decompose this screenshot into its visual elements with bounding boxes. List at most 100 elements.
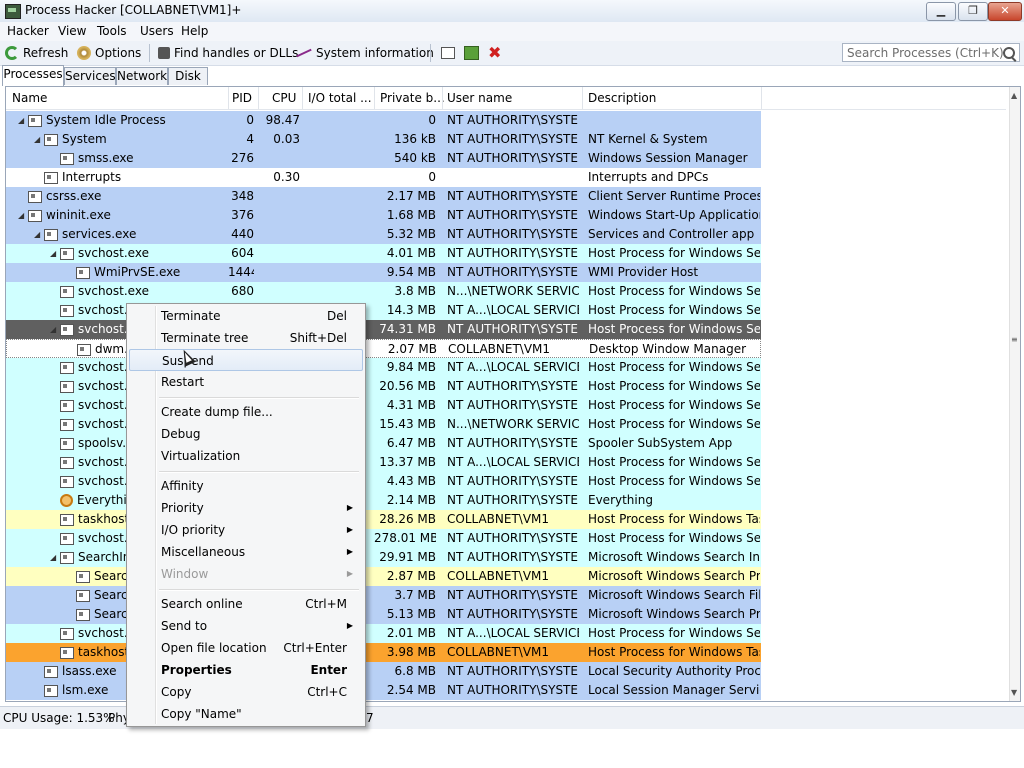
expand-arrow-icon[interactable]: ◢	[34, 225, 44, 244]
menu-users[interactable]: Users	[140, 24, 174, 38]
table-row[interactable]: WmiPrvSE.exe 1444 9.54 MB NT AUTHORITY\SYST…	[6, 263, 761, 282]
menu-restart[interactable]: Restart	[129, 371, 363, 393]
column-user-name[interactable]: User name	[447, 91, 512, 105]
menu-copy-name[interactable]: Copy "Name"	[129, 703, 363, 725]
process-name-cell: ◢ System Idle Process	[18, 111, 228, 130]
options-button[interactable]: Options	[77, 44, 141, 62]
table-row[interactable]: taskhost. 3.98 MB COLLABNET\VM1 Host Proces…	[6, 643, 761, 662]
menu-terminate-tree[interactable]: Terminate tree Shift+Del	[129, 327, 363, 349]
expand-arrow-icon[interactable]: ◢	[50, 320, 60, 339]
table-row[interactable]: smss.exe 276 540 kB NT AUTHORITY\SYSTEM Wind…	[6, 149, 761, 168]
menu-tools[interactable]: Tools	[97, 24, 127, 38]
column-divider	[442, 87, 443, 109]
table-row[interactable]: svchost.e 4.43 MB NT AUTHORITY\SYSTEM Host …	[6, 472, 761, 491]
find-window-thread-icon[interactable]	[464, 46, 479, 60]
menu-send-to[interactable]: Send to ▶	[129, 615, 363, 637]
table-row[interactable]: dwm. 2.07 MB COLLABNET\VM1 Desktop Window M…	[6, 339, 761, 358]
process-description: Host Process for Windows Tas...	[588, 512, 760, 526]
menu-copy[interactable]: Copy Ctrl+C	[129, 681, 363, 703]
process-window-icon	[76, 608, 90, 621]
table-row[interactable]: Search 3.7 MB NT AUTHORITY\SYSTEM Microsoft…	[6, 586, 761, 605]
kill-window-icon[interactable]: ✖	[488, 43, 501, 62]
table-row[interactable]: svchost.e 14.3 MB NT A...\LOCAL SERVICE Hos…	[6, 301, 761, 320]
table-row[interactable]: ◢ System Idle Process 0 98.47 0 NT AUTHORITY\…	[6, 111, 761, 130]
column-name[interactable]: Name	[12, 91, 47, 105]
scroll-up-icon[interactable]: ▲	[1011, 91, 1017, 100]
system-information-button[interactable]: System information	[296, 44, 434, 62]
tab-network[interactable]: Network	[116, 67, 168, 85]
maximize-button[interactable]: ❐	[958, 2, 988, 21]
table-row[interactable]: svchost.e 13.37 MB NT A...\LOCAL SERVICE Ho…	[6, 453, 761, 472]
table-row[interactable]: svchost.e 278.01 MB NT AUTHORITY\SYSTEM Hos…	[6, 529, 761, 548]
menu-open-file-location-shortcut: Ctrl+Enter	[283, 641, 347, 655]
vertical-scrollbar[interactable]: ▲ ≡ ▼	[1009, 87, 1020, 701]
menu-hacker[interactable]: Hacker	[7, 24, 49, 38]
table-row[interactable]: Everythir 2.14 MB NT AUTHORITY\SYSTEM Every…	[6, 491, 761, 510]
menu-affinity[interactable]: Affinity	[129, 475, 363, 497]
close-button[interactable]: ✕	[988, 2, 1022, 21]
expand-arrow-icon[interactable]: ◢	[18, 111, 28, 130]
table-row[interactable]: ◢ services.exe 440 5.32 MB NT AUTHORITY\SYST…	[6, 225, 761, 244]
menu-miscellaneous[interactable]: Miscellaneous ▶	[129, 541, 363, 563]
table-row[interactable]: svchost.e 4.31 MB NT AUTHORITY\SYSTEM Host …	[6, 396, 761, 415]
tab-disk[interactable]: Disk	[168, 67, 208, 85]
menu-view[interactable]: View	[58, 24, 86, 38]
table-row[interactable]: spoolsv.e 6.47 MB NT AUTHORITY\SYSTEM Spool…	[6, 434, 761, 453]
menu-terminate[interactable]: Terminate Del	[129, 305, 363, 327]
process-private-bytes: 15.43 MB	[379, 417, 436, 431]
menu-io-priority[interactable]: I/O priority ▶	[129, 519, 363, 541]
menu-help[interactable]: Help	[181, 24, 208, 38]
menu-virtualization-label: Virtualization	[161, 449, 241, 463]
table-row[interactable]: svchost.e 9.84 MB NT A...\LOCAL SERVICE Hos…	[6, 358, 761, 377]
column-private-bytes[interactable]: Private b...	[380, 91, 445, 105]
table-row[interactable]: Search 2.87 MB COLLABNET\VM1 Microsoft Wind…	[6, 567, 761, 586]
menu-virtualization[interactable]: Virtualization	[129, 445, 363, 467]
process-user-name: NT AUTHORITY\SYSTEM	[447, 113, 579, 127]
table-row[interactable]: ◢ SearchIn 29.91 MB NT AUTHORITY\SYSTEM Micr…	[6, 548, 761, 567]
table-row[interactable]: lsm.exe 2.54 MB NT AUTHORITY\SYSTEM Local S…	[6, 681, 761, 700]
table-row[interactable]: ◢ svchost.exe 604 4.01 MB NT AUTHORITY\SYSTE…	[6, 244, 761, 263]
menu-create-dump[interactable]: Create dump file...	[129, 401, 363, 423]
menu-window-label: Window	[161, 567, 209, 581]
scroll-down-icon[interactable]: ▼	[1011, 688, 1017, 697]
process-user-name: NT AUTHORITY\SYSTEM	[447, 474, 579, 488]
minimize-button[interactable]: ▁	[926, 2, 956, 21]
tab-processes[interactable]: Processes	[2, 65, 64, 86]
process-window-icon	[44, 228, 58, 241]
table-row[interactable]: taskhost. 28.26 MB COLLABNET\VM1 Host Proce…	[6, 510, 761, 529]
column-pid[interactable]: PID	[232, 91, 252, 105]
menu-terminate-shortcut: Del	[327, 309, 347, 323]
table-row[interactable]: ◢ wininit.exe 376 1.68 MB NT AUTHORITY\SYSTE…	[6, 206, 761, 225]
table-row[interactable]: svchost.exe 680 3.8 MB N...\NETWORK SERVICE…	[6, 282, 761, 301]
table-row[interactable]: svchost.e 2.01 MB NT A...\LOCAL SERVICE Hos…	[6, 624, 761, 643]
table-row[interactable]: lsass.exe 6.8 MB NT AUTHORITY\SYSTEM Local …	[6, 662, 761, 681]
table-row[interactable]: svchost.e 20.56 MB NT AUTHORITY\SYSTEM Host…	[6, 377, 761, 396]
table-row[interactable]: ◢ System 4 0.03 136 kB NT AUTHORITY\SYSTEM NT …	[6, 130, 761, 149]
menu-suspend[interactable]: Suspend	[129, 349, 363, 371]
search-processes-input[interactable]: Search Processes (Ctrl+K)	[842, 43, 1020, 62]
find-handles-button[interactable]: Find handles or DLLs	[158, 44, 298, 62]
table-row[interactable]: csrss.exe 348 2.17 MB NT AUTHORITY\SYSTEM Cl…	[6, 187, 761, 206]
menu-properties[interactable]: Properties Enter	[129, 659, 363, 681]
menu-search-online[interactable]: Search online Ctrl+M	[129, 593, 363, 615]
expand-arrow-icon[interactable]: ◢	[50, 548, 60, 567]
process-description: Host Process for Windows Ser...	[588, 398, 760, 412]
table-row[interactable]: svchost.e 15.43 MB N...\NETWORK SERVICE Hos…	[6, 415, 761, 434]
column-cpu[interactable]: CPU	[272, 91, 296, 105]
column-io-total[interactable]: I/O total ...	[308, 91, 372, 105]
expand-arrow-icon[interactable]: ◢	[34, 130, 44, 149]
menu-debug[interactable]: Debug	[129, 423, 363, 445]
tab-services[interactable]: Services	[64, 67, 116, 85]
column-description[interactable]: Description	[588, 91, 656, 105]
refresh-button[interactable]: Refresh	[5, 44, 68, 62]
find-window-icon[interactable]	[441, 47, 455, 59]
table-row[interactable]: Interrupts 0.30 0 Interrupts and DPCs	[6, 168, 761, 187]
menu-priority[interactable]: Priority ▶	[129, 497, 363, 519]
table-row[interactable]: Search 5.13 MB NT AUTHORITY\SYSTEM Microsof…	[6, 605, 761, 624]
table-row[interactable]: ◢ svchost.e 74.31 MB NT AUTHORITY\SYSTEM Hos…	[6, 320, 761, 339]
scroll-grip-icon[interactable]: ≡	[1011, 335, 1018, 344]
process-hacker-icon	[5, 4, 21, 19]
expand-arrow-icon[interactable]: ◢	[50, 244, 60, 263]
expand-arrow-icon[interactable]: ◢	[18, 206, 28, 225]
menu-open-file-location[interactable]: Open file location Ctrl+Enter	[129, 637, 363, 659]
